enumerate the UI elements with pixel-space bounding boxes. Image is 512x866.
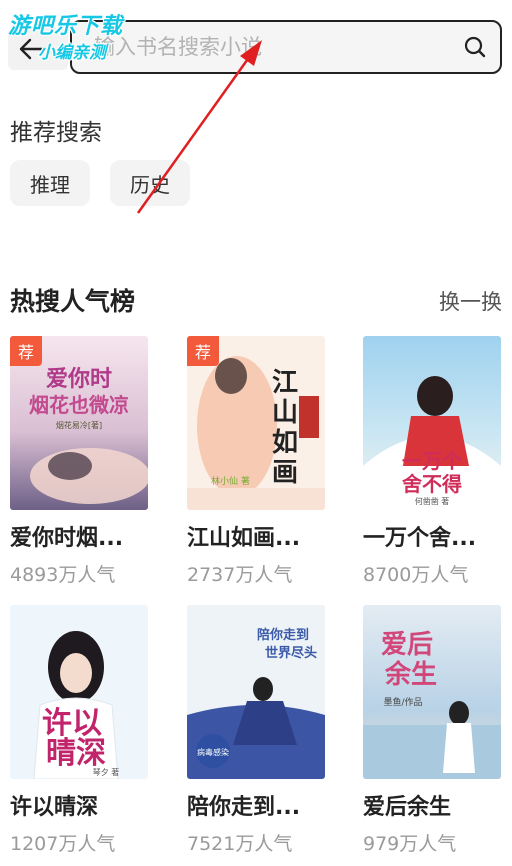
svg-text:画: 画 bbox=[272, 458, 298, 488]
search-input[interactable] bbox=[72, 21, 450, 73]
chip-reasoning[interactable]: 推理 bbox=[10, 160, 90, 206]
book-cover: 陪你走到 世界尽头 病毒感染 bbox=[187, 605, 325, 779]
book-title: 陪你走到... bbox=[187, 795, 301, 820]
book-popularity: 8700万人气 bbox=[363, 564, 469, 586]
book-title: 一万个舍... bbox=[363, 526, 477, 551]
back-arrow-icon bbox=[19, 38, 44, 60]
svg-text:爱后: 爱后 bbox=[381, 630, 433, 660]
book-card[interactable]: 一万个 舍不得 何凿凿 著 一万个舍... 8700万人气 bbox=[363, 336, 501, 587]
search-icon[interactable] bbox=[450, 22, 500, 72]
search-box[interactable] bbox=[70, 20, 502, 74]
book-cover: 荐 爱你时 烟花也微凉 烟花易冷[著] bbox=[10, 336, 148, 510]
svg-text:陪你走到: 陪你走到 bbox=[257, 627, 309, 643]
svg-text:山: 山 bbox=[272, 398, 298, 428]
svg-text:舍不得: 舍不得 bbox=[402, 472, 462, 496]
recommended-chips: 推理 历史 bbox=[10, 160, 190, 206]
svg-text:晴深: 晴深 bbox=[46, 736, 106, 771]
chip-history[interactable]: 历史 bbox=[110, 160, 190, 206]
book-popularity: 2737万人气 bbox=[187, 564, 293, 586]
book-card[interactable]: 许以 晴深 琴夕 著 许以晴深 1207万人气 bbox=[10, 605, 148, 856]
book-title: 爱你时烟... bbox=[10, 526, 124, 551]
refresh-button[interactable]: 换一换 bbox=[439, 286, 502, 316]
book-title: 爱后余生 bbox=[363, 795, 452, 820]
svg-text:世界尽头: 世界尽头 bbox=[265, 645, 317, 661]
svg-text:江: 江 bbox=[272, 368, 298, 398]
svg-text:何凿凿 著: 何凿凿 著 bbox=[415, 496, 450, 506]
svg-text:烟花也微凉: 烟花也微凉 bbox=[29, 393, 129, 417]
top-search-bar bbox=[0, 0, 512, 100]
svg-text:烟花易冷[著]: 烟花易冷[著] bbox=[56, 420, 102, 430]
svg-text:如: 如 bbox=[272, 428, 298, 458]
book-cover: 一万个 舍不得 何凿凿 著 bbox=[363, 336, 501, 510]
book-popularity: 1207万人气 bbox=[10, 833, 116, 855]
back-button[interactable] bbox=[8, 28, 68, 70]
svg-text:林小仙 著: 林小仙 著 bbox=[211, 475, 250, 487]
book-cover: 荐 江 山 如 画 林小仙 著 bbox=[187, 336, 325, 510]
book-cover: 许以 晴深 琴夕 著 bbox=[10, 605, 148, 779]
svg-text:爱你时: 爱你时 bbox=[46, 366, 112, 392]
svg-text:一万个: 一万个 bbox=[402, 449, 463, 473]
book-card[interactable]: 荐 爱你时 烟花也微凉 烟花易冷[著] 爱你时烟... 4893万人气 bbox=[10, 336, 148, 587]
book-card[interactable]: 陪你走到 世界尽头 病毒感染 陪你走到... 7521万人气 bbox=[187, 605, 325, 856]
book-title: 江山如画... bbox=[187, 526, 301, 551]
book-popularity: 979万人气 bbox=[363, 833, 457, 855]
hot-list-heading: 热搜人气榜 bbox=[10, 287, 136, 316]
book-title: 许以晴深 bbox=[10, 795, 99, 820]
book-cover: 爱后 余生 墨鱼/作品 bbox=[363, 605, 501, 779]
recommend-badge: 荐 bbox=[10, 336, 42, 366]
svg-text:墨鱼/作品: 墨鱼/作品 bbox=[383, 696, 422, 708]
recommended-search-heading: 推荐搜索 bbox=[10, 120, 102, 146]
svg-text:病毒感染: 病毒感染 bbox=[197, 747, 229, 757]
book-popularity: 7521万人气 bbox=[187, 833, 293, 855]
book-card[interactable]: 爱后 余生 墨鱼/作品 爱后余生 979万人气 bbox=[363, 605, 501, 856]
recommend-badge: 荐 bbox=[187, 336, 219, 366]
book-card[interactable]: 荐 江 山 如 画 林小仙 著 江山如画... 2737万人气 bbox=[187, 336, 325, 587]
svg-text:琴夕 著: 琴夕 著 bbox=[93, 767, 120, 777]
svg-text:余生: 余生 bbox=[384, 659, 437, 690]
book-popularity: 4893万人气 bbox=[10, 564, 116, 586]
